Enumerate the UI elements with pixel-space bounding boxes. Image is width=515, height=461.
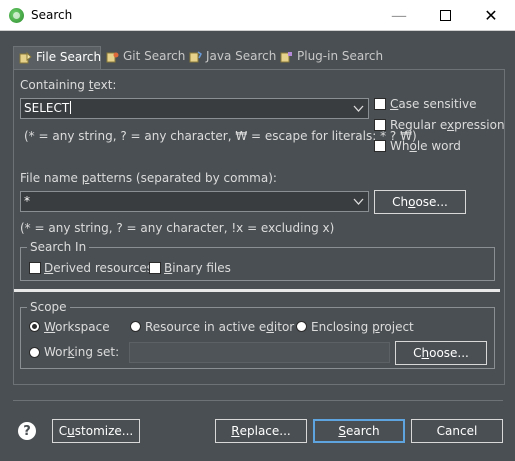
whole-word-label: Whole word — [390, 139, 461, 153]
enclosing-project-radio[interactable] — [296, 321, 307, 332]
file-name-patterns-combo[interactable]: * — [20, 191, 369, 212]
tab-file-search[interactable]: File Search — [13, 46, 101, 70]
containing-text-combo[interactable]: SELECT — [20, 98, 369, 119]
working-set-label: Working set: — [44, 345, 120, 359]
workspace-label: Workspace — [44, 320, 110, 334]
enclosing-project-label: Enclosing project — [311, 320, 414, 334]
section-separator — [14, 289, 500, 292]
search-in-legend: Search In — [27, 240, 90, 254]
maximize-button[interactable] — [422, 0, 468, 31]
search-button[interactable]: Search — [313, 419, 405, 443]
binary-files-checkbox[interactable] — [149, 262, 161, 274]
window-title: Search — [31, 8, 73, 22]
regular-expression-checkbox[interactable] — [374, 119, 386, 131]
replace-button[interactable]: Replace... — [215, 419, 307, 443]
file-name-patterns-label: File name patterns (separated by comma): — [20, 171, 277, 185]
tab-plugin-search[interactable]: Plug-in Search — [275, 46, 389, 70]
case-sensitive-checkbox[interactable] — [374, 98, 386, 110]
containing-text-hint: (* = any string, ? = any character, ₩ = … — [24, 129, 417, 143]
tab-file-search-label: File Search — [36, 50, 102, 64]
choose-working-set-button[interactable]: Ch oose... — [395, 341, 487, 365]
help-icon[interactable]: ? — [18, 422, 36, 440]
tab-git-search-label: Git Search — [123, 49, 186, 63]
tab-plugin-search-label: Plug-in Search — [297, 49, 384, 63]
close-icon: ✕ — [484, 6, 498, 25]
resource-in-active-editor-label: Resource in active editor — [145, 320, 295, 334]
eclipse-app-icon — [9, 8, 24, 23]
case-sensitive-label: Case sensitive — [390, 97, 477, 111]
tab-java-search-label: Java Search — [206, 49, 277, 63]
close-button[interactable]: ✕ — [468, 0, 514, 31]
cancel-button[interactable]: Cancel — [411, 419, 503, 443]
containing-text-value: SELECT — [24, 101, 70, 115]
tab-git-search[interactable]: Git Search — [101, 46, 191, 70]
java-search-icon — [189, 51, 202, 63]
binary-files-label: Binary files — [164, 261, 231, 275]
containing-text-label: Containing text: — [20, 78, 117, 92]
plugin-search-icon — [280, 52, 292, 63]
workspace-radio[interactable] — [29, 321, 40, 332]
regular-expression-label: Regular expression — [390, 118, 505, 132]
working-set-radio[interactable] — [29, 347, 40, 358]
tab-java-search[interactable]: Java Search — [184, 46, 282, 70]
working-set-field[interactable] — [129, 342, 390, 363]
whole-word-checkbox[interactable] — [374, 140, 386, 152]
file-name-patterns-value: * — [24, 194, 30, 208]
derived-resources-label: Derived resources — [44, 261, 153, 275]
git-search-icon — [106, 52, 119, 63]
chevron-down-icon[interactable] — [353, 103, 364, 114]
minimize-icon: — — [391, 6, 407, 25]
bottom-divider — [13, 400, 503, 401]
title-bar: Search — ✕ — [0, 0, 515, 31]
resource-in-active-editor-radio[interactable] — [130, 321, 141, 332]
customize-button[interactable]: Cu stomize... — [52, 419, 140, 443]
chevron-down-icon[interactable] — [353, 196, 364, 207]
choose-patterns-button[interactable]: Ch o ose... — [374, 190, 466, 214]
maximize-icon — [439, 10, 451, 21]
derived-resources-checkbox[interactable] — [29, 262, 41, 274]
minimize-button[interactable]: — — [376, 0, 422, 31]
file-name-patterns-hint: (* = any string, ? = any character, !x =… — [20, 221, 335, 235]
flashlight-icon — [19, 51, 32, 64]
scope-legend: Scope — [27, 300, 70, 314]
